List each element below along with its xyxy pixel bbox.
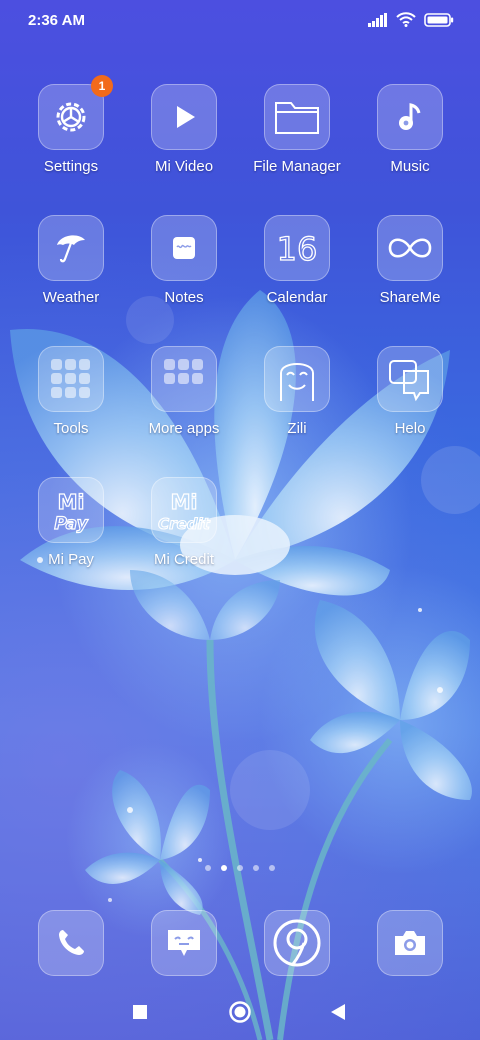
status-icons bbox=[368, 12, 454, 27]
app-settings[interactable]: 1 Settings bbox=[16, 75, 126, 175]
circle-icon bbox=[229, 1001, 251, 1023]
app-icon-tile[interactable] bbox=[377, 346, 443, 412]
app-icon-tile[interactable] bbox=[377, 910, 443, 976]
apps-folder-icon bbox=[164, 359, 203, 384]
app-label: Notes bbox=[164, 289, 204, 306]
app-label: Calendar bbox=[266, 289, 328, 306]
app-icon-tile[interactable] bbox=[38, 346, 104, 412]
battery-icon bbox=[424, 12, 454, 27]
app-label: Zili bbox=[287, 420, 307, 437]
mi-credit-icon: Mi Credit bbox=[158, 489, 212, 533]
app-label: Weather bbox=[42, 289, 100, 306]
wifi-icon bbox=[396, 12, 416, 27]
chat-bubbles-icon bbox=[389, 360, 429, 402]
app-label: Mi Pay bbox=[48, 551, 94, 568]
app-icon-tile[interactable]: Mi Pay bbox=[38, 477, 104, 543]
square-icon bbox=[133, 1005, 147, 1019]
app-zili[interactable]: Zili bbox=[242, 346, 352, 437]
dock-camera[interactable] bbox=[355, 910, 465, 976]
app-icon-tile[interactable] bbox=[264, 84, 330, 150]
notification-badge: 1 bbox=[91, 75, 113, 97]
page-dot[interactable] bbox=[269, 865, 275, 871]
mi-pay-icon: Mi Pay bbox=[54, 489, 90, 534]
app-mi-pay[interactable]: Mi Pay Mi Pay bbox=[16, 477, 126, 568]
home-button[interactable] bbox=[225, 998, 255, 1026]
recents-button[interactable] bbox=[125, 998, 155, 1026]
app-more-apps-folder[interactable]: More apps bbox=[129, 346, 239, 437]
dock-browser[interactable] bbox=[242, 910, 352, 976]
app-music[interactable]: Music bbox=[355, 84, 465, 175]
mi-credit-logo-top: Mi bbox=[171, 490, 198, 514]
app-weather[interactable]: Weather bbox=[16, 215, 126, 306]
app-icon-tile[interactable] bbox=[38, 215, 104, 281]
app-icon-tile[interactable] bbox=[38, 910, 104, 976]
music-note-icon bbox=[399, 103, 421, 130]
app-icon-tile[interactable]: Mi Credit bbox=[151, 477, 217, 543]
page-indicator[interactable] bbox=[0, 865, 480, 871]
app-label: More apps bbox=[148, 420, 220, 437]
back-button[interactable] bbox=[323, 998, 353, 1026]
app-icon-tile[interactable] bbox=[377, 84, 443, 150]
browser-icon bbox=[273, 919, 321, 967]
navigation-bar bbox=[0, 996, 480, 1026]
app-mi-video[interactable]: Mi Video bbox=[129, 84, 239, 175]
app-icon-tile[interactable] bbox=[264, 346, 330, 412]
app-label: Music bbox=[390, 158, 430, 175]
play-icon bbox=[177, 106, 195, 128]
umbrella-icon bbox=[57, 235, 85, 263]
calendar-day: 16 bbox=[277, 230, 318, 268]
app-icon-tile[interactable] bbox=[151, 84, 217, 150]
app-icon-tile[interactable] bbox=[264, 910, 330, 976]
messages-icon bbox=[168, 930, 200, 956]
back-triangle-icon bbox=[331, 1004, 345, 1020]
mi-credit-logo-bottom: Credit bbox=[158, 515, 210, 533]
app-tools-folder[interactable]: Tools bbox=[16, 346, 126, 437]
app-icon-tile[interactable] bbox=[151, 910, 217, 976]
tools-grid-icon bbox=[51, 359, 90, 398]
app-label: Mi Credit bbox=[153, 551, 214, 568]
zili-face-icon bbox=[280, 363, 314, 401]
app-label: Mi Video bbox=[154, 158, 214, 175]
app-icon-tile[interactable] bbox=[377, 215, 443, 281]
page-dot[interactable] bbox=[253, 865, 259, 871]
app-label: File Manager bbox=[253, 158, 341, 175]
gear-icon bbox=[56, 102, 86, 132]
page-dot-active[interactable] bbox=[221, 865, 227, 871]
phone-icon bbox=[59, 930, 84, 955]
app-calendar[interactable]: 16 Calendar bbox=[242, 215, 352, 306]
notes-icon bbox=[173, 237, 195, 259]
app-icon-tile[interactable]: 1 bbox=[38, 75, 113, 150]
infinity-icon bbox=[388, 238, 432, 258]
page-dot[interactable] bbox=[205, 865, 211, 871]
mi-pay-logo-bottom: Pay bbox=[54, 514, 88, 534]
app-icon-tile[interactable] bbox=[151, 215, 217, 281]
app-shareme[interactable]: ShareMe bbox=[355, 215, 465, 306]
app-icon-tile[interactable] bbox=[151, 346, 217, 412]
app-helo[interactable]: Helo bbox=[355, 346, 465, 437]
dock-phone[interactable] bbox=[16, 910, 126, 976]
folder-icon bbox=[275, 102, 319, 134]
app-label: Settings bbox=[43, 158, 99, 175]
dock-messages[interactable] bbox=[129, 910, 239, 976]
app-mi-credit[interactable]: Mi Credit Mi Credit bbox=[129, 477, 239, 568]
mi-pay-logo-top: Mi bbox=[58, 490, 85, 514]
status-time: 2:36 AM bbox=[28, 12, 85, 29]
page-dot[interactable] bbox=[237, 865, 243, 871]
calendar-icon: 16 bbox=[276, 229, 318, 268]
signal-icon bbox=[368, 12, 387, 27]
app-icon-tile[interactable]: 16 bbox=[264, 215, 330, 281]
status-bar: 2:36 AM bbox=[0, 0, 480, 44]
camera-icon bbox=[395, 931, 425, 955]
app-file-manager[interactable]: File Manager bbox=[242, 84, 352, 175]
app-label: Helo bbox=[394, 420, 426, 437]
app-notes[interactable]: Notes bbox=[129, 215, 239, 306]
home-screen: 2:36 AM 1 Settings Mi Video File Manager… bbox=[0, 0, 480, 1040]
app-label: ShareMe bbox=[379, 289, 441, 306]
app-label: Tools bbox=[53, 420, 89, 437]
